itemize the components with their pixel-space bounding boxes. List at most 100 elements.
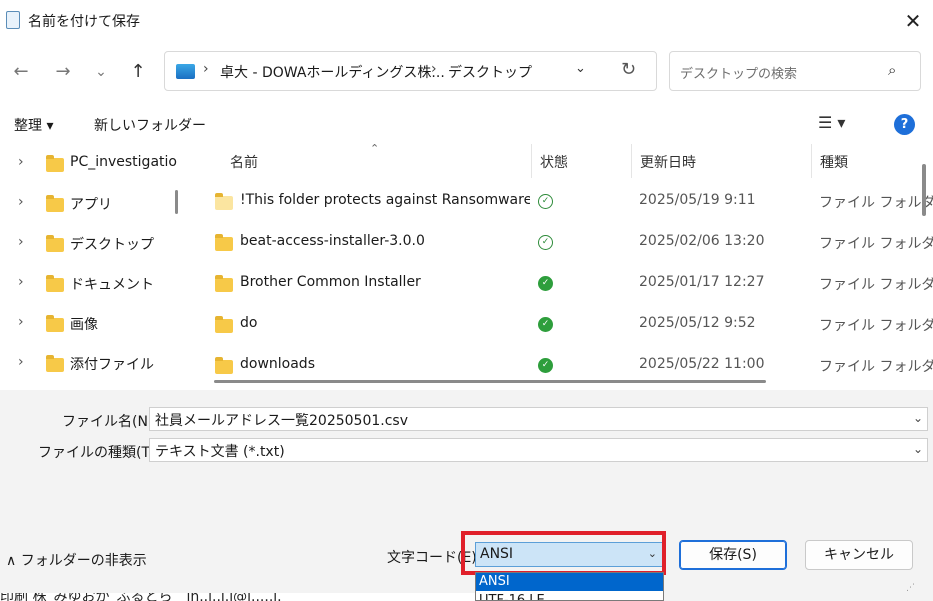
- sync-status-local-icon: ✓: [538, 317, 553, 332]
- file-date: 2025/02/06 13:20: [639, 233, 765, 249]
- expand-chevron-icon[interactable]: ›: [18, 154, 24, 170]
- file-type: ファイル フォルダー: [819, 236, 933, 252]
- table-row[interactable]: do ✓ 2025/05/12 9:52 ファイル フォルダー: [188, 305, 933, 345]
- sync-status-local-icon: ✓: [538, 358, 553, 373]
- column-header-status[interactable]: 状態: [540, 152, 568, 172]
- expand-chevron-icon[interactable]: ›: [18, 234, 24, 250]
- sidebar-item-label: ドキュメント: [70, 277, 154, 293]
- recent-locations-chevron-icon[interactable]: ⌄: [88, 60, 114, 84]
- close-button[interactable]: ✕: [898, 6, 928, 36]
- background-window-text: 印刷 株_みゆおか_ふるとら__in..i..l.l@l.....i.: [0, 593, 475, 601]
- table-row[interactable]: beat-access-installer-3.0.0 ✓ 2025/02/06…: [188, 223, 933, 263]
- filetype-value: テキスト文書 (*.txt): [155, 444, 285, 460]
- sidebar-item-desktop[interactable]: › デスクトップ: [0, 224, 175, 264]
- folder-icon: [46, 315, 64, 332]
- file-date: 2025/05/12 9:52: [639, 315, 756, 331]
- search-input[interactable]: デスクトップの検索: [680, 63, 797, 82]
- command-toolbar: 整理 ▾ 新しいフォルダー ☰ ▾ ?: [0, 102, 933, 144]
- desktop-location-icon: [176, 64, 195, 79]
- sidebar-item-pc-investigation[interactable]: › PC_investigatio: [0, 144, 177, 184]
- folder-icon: [46, 195, 64, 212]
- folder-icon: [215, 316, 233, 333]
- breadcrumb-chevron-icon[interactable]: ›: [431, 61, 437, 77]
- dialog-title: 名前を付けて保存: [28, 14, 140, 30]
- sidebar-item-documents[interactable]: › ドキュメント: [0, 264, 175, 304]
- organize-menu-button[interactable]: 整理 ▾: [14, 115, 53, 135]
- chevron-down-icon[interactable]: ⌄: [913, 442, 923, 456]
- sidebar-item-label: アプリ: [70, 197, 112, 213]
- file-date: 2025/05/19 9:11: [639, 192, 756, 208]
- address-dropdown-icon[interactable]: ⌄: [575, 61, 586, 76]
- column-header-type[interactable]: 種類: [820, 152, 848, 172]
- encoding-option-ansi[interactable]: ANSI: [476, 573, 663, 591]
- sidebar-item-label: 添付ファイル: [70, 357, 154, 373]
- folder-icon: [46, 235, 64, 252]
- column-divider[interactable]: [531, 144, 532, 178]
- folder-icon: [215, 275, 233, 292]
- sidebar-item-apps[interactable]: › アプリ: [0, 184, 175, 224]
- column-divider[interactable]: [631, 144, 632, 178]
- up-arrow-icon[interactable]: ↑: [125, 60, 151, 84]
- help-icon[interactable]: ?: [894, 114, 915, 135]
- file-name: Brother Common Installer: [240, 274, 421, 290]
- expand-chevron-icon[interactable]: ›: [18, 274, 24, 290]
- expand-chevron-icon[interactable]: ›: [18, 354, 24, 370]
- table-row[interactable]: Brother Common Installer ✓ 2025/01/17 12…: [188, 264, 933, 304]
- folder-icon: [215, 357, 233, 374]
- sidebar-scrollbar[interactable]: [175, 190, 178, 214]
- sidebar-item-pictures[interactable]: › 画像: [0, 304, 175, 344]
- column-divider[interactable]: [811, 144, 812, 178]
- sidebar-item-attachments[interactable]: › 添付ファイル: [0, 344, 175, 384]
- column-header-date[interactable]: 更新日時: [640, 152, 696, 172]
- breadcrumb-chevron-icon[interactable]: ›: [203, 61, 209, 77]
- expand-chevron-icon[interactable]: ›: [18, 314, 24, 330]
- file-date: 2025/05/22 11:00: [639, 356, 765, 372]
- folder-icon: [215, 234, 233, 251]
- resize-grip-icon[interactable]: ⋰: [906, 583, 915, 593]
- sidebar-item-label: デスクトップ: [70, 237, 154, 253]
- file-list-horizontal-scrollbar[interactable]: [214, 380, 766, 383]
- file-type: ファイル フォルダー: [819, 318, 933, 334]
- hide-folders-button[interactable]: ∧ フォルダーの非表示: [6, 550, 147, 570]
- file-type: ファイル フォルダー: [819, 277, 933, 293]
- sidebar-item-label: PC_investigatio: [70, 154, 177, 170]
- navigation-pane: › PC_investigatio › アプリ › デスクトップ › ドキュメン…: [0, 144, 188, 390]
- search-box[interactable]: デスクトップの検索 ⌕: [669, 51, 921, 91]
- file-list-vertical-scrollbar[interactable]: [922, 164, 926, 216]
- filename-field[interactable]: 社員メールアドレス一覧20250501.csv ⌄: [149, 407, 928, 431]
- annotation-highlight-box: [461, 531, 666, 575]
- search-icon[interactable]: ⌕: [888, 61, 896, 79]
- folder-icon: [46, 155, 64, 172]
- new-folder-button[interactable]: 新しいフォルダー: [94, 115, 206, 135]
- encoding-option-utf16le[interactable]: UTF-16 LE: [476, 592, 663, 600]
- sidebar-item-label: 画像: [70, 317, 98, 333]
- view-options-icon[interactable]: ☰ ▾: [818, 113, 845, 132]
- cancel-button[interactable]: キャンセル: [805, 540, 913, 570]
- save-options-pane: ファイル名(N): 社員メールアドレス一覧20250501.csv ⌄ ファイル…: [0, 390, 933, 601]
- file-name: do: [240, 315, 258, 331]
- folder-icon: [46, 355, 64, 372]
- chevron-down-icon[interactable]: ⌄: [913, 411, 923, 425]
- folder-icon: [215, 193, 233, 210]
- file-name: !This folder protects against Ransomware…: [240, 192, 530, 208]
- file-type: ファイル フォルダー: [819, 359, 933, 375]
- file-list: ⌃ 名前 状態 更新日時 種類 !This folder protects ag…: [188, 144, 933, 390]
- filename-input[interactable]: 社員メールアドレス一覧20250501.csv: [155, 410, 408, 430]
- expand-chevron-icon[interactable]: ›: [18, 194, 24, 210]
- save-button[interactable]: 保存(S): [679, 540, 787, 570]
- refresh-icon[interactable]: ↻: [621, 59, 636, 80]
- filetype-select[interactable]: テキスト文書 (*.txt) ⌄: [149, 438, 928, 462]
- forward-arrow-icon[interactable]: →: [50, 60, 76, 84]
- table-row[interactable]: !This folder protects against Ransomware…: [188, 182, 933, 222]
- sync-status-local-icon: ✓: [538, 276, 553, 291]
- breadcrumb-segment-desktop[interactable]: デスクトップ: [448, 62, 532, 82]
- background-text: 印刷 株_みゆおか_ふるとら__in..i..l.l@l.....i.: [0, 593, 282, 601]
- breadcrumb-segment-onedrive[interactable]: 卓大 - DOWAホールディングス株...: [220, 62, 445, 82]
- column-header-name[interactable]: 名前: [230, 152, 258, 172]
- sync-status-available-icon: ✓: [538, 235, 553, 250]
- address-bar[interactable]: › 卓大 - DOWAホールディングス株... › デスクトップ ⌄ ↻: [164, 51, 657, 91]
- file-name: beat-access-installer-3.0.0: [240, 233, 425, 249]
- back-arrow-icon[interactable]: ←: [8, 60, 34, 84]
- file-date: 2025/01/17 12:27: [639, 274, 765, 290]
- sync-status-available-icon: ✓: [538, 194, 553, 209]
